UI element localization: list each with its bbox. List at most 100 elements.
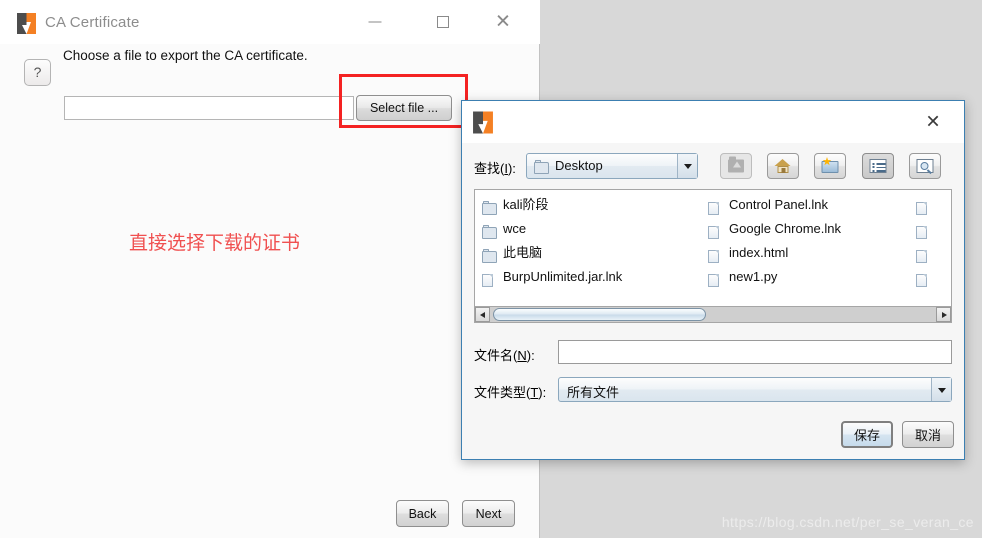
minimize-icon: [368, 21, 382, 23]
next-button[interactable]: Next: [462, 500, 515, 527]
filetype-combobox[interactable]: 所有文件: [558, 377, 952, 402]
list-item-label: Google Chrome.lnk: [729, 221, 841, 236]
close-icon: ✕: [495, 11, 511, 33]
cancel-button[interactable]: 取消: [902, 421, 954, 448]
file-list-horizontal-scrollbar[interactable]: [474, 306, 952, 323]
filetype-label-pre: 文件类型(: [474, 385, 531, 400]
list-item[interactable]: new1.py: [705, 265, 905, 289]
list-item[interactable]: [913, 193, 951, 217]
page-title: CA Certificate: [45, 14, 140, 31]
list-item-label: BurpUnlimited.jar.lnk: [503, 269, 623, 284]
document-icon-wrap: [916, 271, 927, 295]
file-dialog-close-button[interactable]: ✕: [908, 101, 958, 143]
document-icon: [708, 274, 719, 287]
home-button[interactable]: [767, 153, 799, 179]
list-item[interactable]: [913, 265, 951, 289]
highlight-rectangle: [339, 74, 468, 128]
minimize-button[interactable]: [352, 0, 398, 44]
new-folder-icon: [821, 157, 839, 173]
filename-label-pre: 文件名(: [474, 348, 518, 363]
look-in-value: Desktop: [555, 158, 603, 173]
document-icon-wrap: [708, 271, 719, 295]
save-button[interactable]: 保存: [841, 421, 893, 448]
instruction-text: Choose a file to export the CA certifica…: [63, 48, 308, 63]
scroll-left-button[interactable]: [475, 307, 490, 322]
filetype-value: 所有文件: [567, 385, 620, 400]
list-item-label: Control Panel.lnk: [729, 197, 828, 212]
file-dialog-titlebar: ✕: [462, 101, 964, 143]
back-button[interactable]: Back: [396, 500, 449, 527]
home-icon: [774, 159, 792, 173]
document-icon: [708, 250, 719, 263]
list-view-button[interactable]: [862, 153, 894, 179]
document-icon: [708, 202, 719, 215]
file-list-column-2: Control Panel.lnk Google Chrome.lnk index.…: [705, 193, 905, 289]
folder-icon: [482, 249, 497, 263]
chevron-down-icon[interactable]: [677, 154, 697, 178]
close-icon: ✕: [925, 111, 941, 132]
list-view-icon: [869, 159, 887, 173]
watermark-text: https://blog.csdn.net/per_se_veran_ce: [721, 514, 974, 530]
scroll-right-button[interactable]: [936, 307, 951, 322]
details-view-icon: [916, 159, 934, 174]
chevron-down-icon[interactable]: [931, 378, 951, 401]
back-label: Back: [408, 506, 437, 521]
list-item-label: wce: [503, 221, 527, 236]
list-item-label: 此电脑: [503, 245, 543, 260]
certificate-path-input[interactable]: [64, 96, 354, 120]
file-list-column-3: [913, 193, 951, 289]
help-icon: ?: [24, 59, 51, 86]
look-in-combobox[interactable]: Desktop: [526, 153, 698, 179]
up-one-level-button[interactable]: [720, 153, 752, 179]
document-icon: [916, 274, 927, 287]
filetype-label-post: ):: [538, 385, 547, 400]
file-save-dialog: ✕ 查找(I): Desktop kali阶段 wce 此电脑 BurpUnli…: [461, 100, 965, 460]
list-item[interactable]: Control Panel.lnk: [705, 193, 905, 217]
look-in-label-post: ):: [507, 161, 516, 176]
ca-certificate-window: CA Certificate ✕ ? Choose a file to expo…: [0, 0, 540, 538]
list-item-label: new1.py: [729, 269, 778, 284]
list-item[interactable]: BurpUnlimited.jar.lnk: [479, 265, 701, 289]
maximize-button[interactable]: [420, 0, 466, 44]
cancel-label: 取消: [914, 428, 941, 443]
filename-input[interactable]: [558, 340, 952, 364]
document-icon: [916, 202, 927, 215]
close-button[interactable]: ✕: [480, 0, 526, 44]
annotation-text: 直接选择下载的证书: [129, 232, 301, 254]
ca-window-titlebar: CA Certificate ✕: [0, 0, 540, 44]
list-item[interactable]: index.html: [705, 241, 905, 265]
next-label: Next: [475, 506, 502, 521]
list-item-label: kali阶段: [503, 197, 549, 212]
save-label: 保存: [853, 428, 880, 443]
document-icon: [708, 226, 719, 239]
scrollbar-thumb[interactable]: [493, 308, 706, 321]
file-list[interactable]: kali阶段 wce 此电脑 BurpUnlimited.jar.lnk Contro…: [474, 189, 952, 311]
filename-label-post: ):: [526, 348, 535, 363]
list-item[interactable]: kali阶段: [479, 193, 701, 217]
folder-icon: [534, 160, 549, 174]
folder-icon: [482, 201, 497, 215]
folder-icon: [482, 225, 497, 239]
list-item[interactable]: [913, 217, 951, 241]
filetype-label: 文件类型(T):: [474, 382, 546, 401]
filename-label: 文件名(N):: [474, 345, 535, 364]
document-icon: [916, 226, 927, 239]
list-item[interactable]: [913, 241, 951, 265]
list-item-label: index.html: [729, 245, 789, 260]
list-item[interactable]: 此电脑: [479, 241, 701, 265]
list-item[interactable]: Google Chrome.lnk: [705, 217, 905, 241]
burp-suite-logo-icon: [16, 13, 37, 34]
document-icon: [916, 250, 927, 263]
create-new-folder-button[interactable]: [814, 153, 846, 179]
look-in-label-pre: 查找(: [474, 161, 505, 176]
document-icon-wrap: [482, 271, 493, 295]
look-in-label: 查找(I):: [474, 158, 516, 177]
list-item[interactable]: wce: [479, 217, 701, 241]
up-folder-icon: [728, 156, 744, 173]
filename-label-key: N: [517, 348, 527, 363]
burp-suite-logo-icon: [472, 111, 494, 134]
details-view-button[interactable]: [909, 153, 941, 179]
maximize-icon: [437, 16, 449, 28]
file-list-column-1: kali阶段 wce 此电脑 BurpUnlimited.jar.lnk: [479, 193, 701, 289]
document-icon: [482, 274, 493, 287]
